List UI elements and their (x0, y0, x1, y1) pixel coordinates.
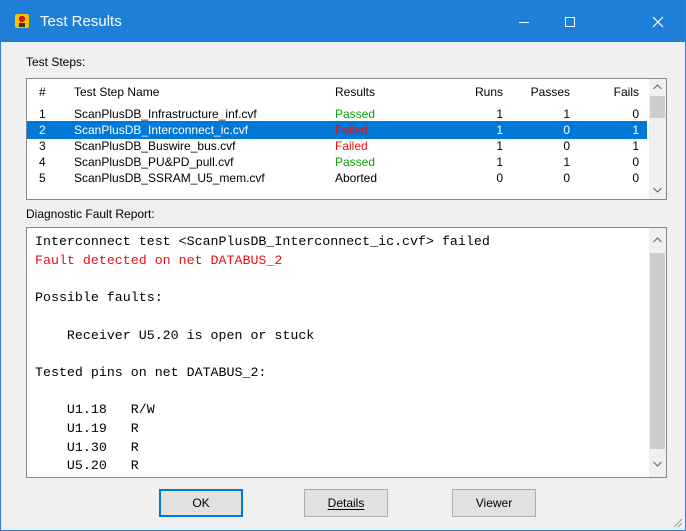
maximize-icon (565, 16, 575, 27)
window-title: Test Results (40, 13, 122, 30)
table-cell-result: Passed (335, 155, 376, 169)
viewer-button[interactable]: Viewer (452, 489, 536, 517)
table-cell-passes: 1 (563, 107, 570, 121)
chevron-up-icon[interactable] (649, 232, 666, 249)
table-cell-name: ScanPlusDB_Buswire_bus.cvf (74, 139, 236, 153)
table-cell-fails: 0 (632, 155, 639, 169)
column-header[interactable]: # (39, 85, 46, 99)
table-cell-num: 2 (39, 123, 46, 137)
maximize-button[interactable] (547, 1, 593, 42)
table-cell-runs: 1 (496, 155, 503, 169)
close-button[interactable] (635, 1, 681, 42)
table-cell-num: 3 (39, 139, 46, 153)
table-cell-runs: 0 (496, 171, 503, 185)
column-header[interactable]: Passes (515, 85, 570, 99)
test-results-window: Test Results Test Steps: # Test Step Nam… (0, 0, 686, 531)
table-cell-result: Failed (335, 139, 368, 153)
report-line: Possible faults: (35, 290, 163, 306)
table-cell-result: Passed (335, 107, 376, 121)
table-row[interactable]: 5 ScanPlusDB_SSRAM_U5_mem.cvf Aborted 0 0 0 (27, 169, 647, 187)
close-icon (652, 16, 664, 27)
scroll-thumb[interactable] (650, 253, 665, 449)
report-line: Fault detected on net DATABUS_2 (35, 252, 283, 268)
table-cell-runs: 1 (496, 139, 503, 153)
table-cell-name: ScanPlusDB_SSRAM_U5_mem.cvf (74, 171, 265, 185)
viewer-button-label: Viewer (475, 496, 513, 510)
table-cell-runs: 1 (496, 123, 503, 137)
details-button[interactable]: Details (304, 489, 388, 517)
chevron-down-icon[interactable] (649, 456, 666, 473)
report-line: Receiver U5.20 is open or stuck (35, 327, 315, 343)
table-cell-passes: 1 (563, 155, 570, 169)
diagnostic-report-label: Diagnostic Fault Report: (26, 207, 155, 221)
details-button-label: Details (327, 496, 365, 510)
app-icon (15, 14, 29, 28)
test-steps-table[interactable]: # Test Step Name Results Runs Passes Fai… (26, 78, 667, 200)
table-scrollbar[interactable] (649, 79, 666, 199)
table-cell-num: 1 (39, 107, 46, 121)
table-header: # Test Step Name Results Runs Passes Fai… (27, 83, 647, 101)
table-cell-passes: 0 (563, 139, 570, 153)
title-bar[interactable]: Test Results (1, 1, 685, 42)
scroll-thumb[interactable] (650, 96, 665, 118)
ok-button-label: OK (192, 496, 210, 510)
chevron-down-icon[interactable] (649, 182, 666, 199)
table-cell-num: 5 (39, 171, 46, 185)
column-header[interactable]: Results (335, 85, 375, 99)
table-cell-fails: 1 (632, 123, 639, 137)
test-steps-label: Test Steps: (26, 55, 86, 69)
table-cell-name: ScanPlusDB_PU&PD_pull.cvf (74, 155, 234, 169)
chevron-up-icon[interactable] (649, 79, 666, 96)
table-cell-fails: 1 (632, 139, 639, 153)
table-cell-name: ScanPlusDB_Interconnect_ic.cvf (74, 123, 249, 137)
minimize-button[interactable] (501, 1, 547, 42)
report-line: U1.30 R (35, 439, 139, 455)
table-cell-result: Aborted (335, 171, 378, 185)
column-header[interactable]: Runs (447, 85, 503, 99)
report-line: U1.18 R/W (35, 402, 155, 418)
report-line: U5.20 R (35, 458, 139, 474)
diagnostic-report-text[interactable]: Interconnect test <ScanPlusDB_Interconne… (26, 227, 667, 478)
table-cell-passes: 0 (563, 123, 570, 137)
table-cell-fails: 0 (632, 171, 639, 185)
report-line: Tested pins on net DATABUS_2: (35, 364, 267, 380)
report-scrollbar[interactable] (649, 228, 666, 477)
table-cell-fails: 0 (632, 107, 639, 121)
column-header[interactable]: Fails (584, 85, 639, 99)
table-cell-num: 4 (39, 155, 46, 169)
table-cell-passes: 0 (563, 171, 570, 185)
resize-grip-icon[interactable] (671, 516, 683, 528)
column-header[interactable]: Test Step Name (74, 85, 159, 99)
table-cell-result: Failed (335, 123, 368, 137)
table-cell-name: ScanPlusDB_Infrastructure_inf.cvf (74, 107, 257, 121)
table-cell-runs: 1 (496, 107, 503, 121)
report-line: U1.19 R (35, 421, 139, 436)
report-line: Interconnect test <ScanPlusDB_Interconne… (35, 234, 490, 249)
minimize-icon (519, 21, 529, 23)
ok-button[interactable]: OK (159, 489, 243, 517)
